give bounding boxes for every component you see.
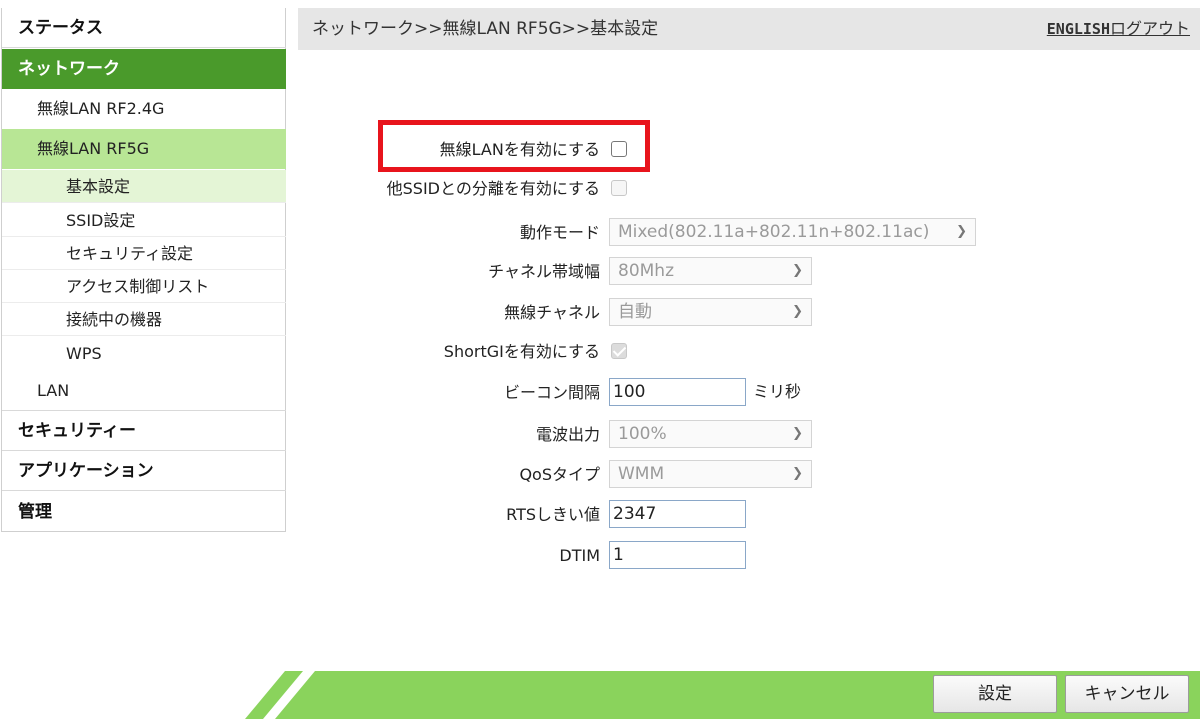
dtim-label: DTIM [559, 546, 600, 565]
form-row-channel: 無線チャネル 自動 ❯ [300, 298, 1000, 328]
sidebar-item-basic-settings[interactable]: 基本設定 [2, 170, 286, 203]
shortgi-checkbox[interactable] [611, 343, 627, 359]
sidebar-item-status[interactable]: ステータス [2, 8, 286, 48]
breadcrumb: ネットワーク>>無線LAN RF5G>>基本設定 [312, 19, 659, 39]
sidebar-item-network[interactable]: ネットワーク [2, 49, 286, 89]
header-links: ENGLISHログアウト [1047, 8, 1190, 50]
shortgi-label: ShortGIを有効にする [443, 342, 600, 361]
form-row-shortgi: ShortGIを有効にする [300, 337, 1000, 367]
mode-select-value: Mixed(802.11a+802.11n+802.11ac) [618, 222, 930, 242]
ssid-isolation-label: 他SSIDとの分離を有効にする [386, 179, 600, 198]
form-row-qos: QoSタイプ WMM ❯ [300, 460, 1000, 490]
sidebar-item-security-settings[interactable]: セキュリティ設定 [2, 237, 286, 270]
sidebar-item-wps[interactable]: WPS [2, 337, 286, 370]
sidebar-item-wlan-24g[interactable]: 無線LAN RF2.4G [2, 89, 286, 129]
rts-label: RTSしきい値 [506, 505, 600, 524]
sidebar-item-access-control-list[interactable]: アクセス制御リスト [2, 270, 286, 303]
sidebar-item-wlan-5g[interactable]: 無線LAN RF5G [2, 129, 286, 169]
channel-label: 無線チャネル [504, 303, 600, 322]
sidebar-item-admin[interactable]: 管理 [2, 492, 286, 532]
sidebar-menu: ステータス ネットワーク 無線LAN RF2.4G 無線LAN RF5G 基本設… [1, 8, 286, 532]
bandwidth-label: チャネル帯域幅 [488, 262, 600, 281]
form-row-bandwidth: チャネル帯域幅 80Mhz ❯ [300, 257, 1000, 287]
mode-label: 動作モード [519, 223, 600, 242]
power-select[interactable]: 100% ❯ [609, 420, 812, 448]
form-row-ssid-isolation: 他SSIDとの分離を有効にする [300, 174, 1000, 204]
form-row-rts: RTSしきい値 2347 [300, 500, 1000, 530]
channel-select[interactable]: 自動 ❯ [609, 298, 812, 326]
qos-select-value: WMM [618, 464, 665, 484]
sidebar-item-connected-devices[interactable]: 接続中の機器 [2, 303, 286, 336]
highlight-box [378, 120, 650, 172]
chevron-down-icon: ❯ [792, 304, 803, 319]
chevron-down-icon: ❯ [952, 219, 967, 245]
power-label: 電波出力 [535, 425, 600, 444]
qos-label: QoSタイプ [519, 465, 600, 484]
chevron-down-icon: ❯ [792, 263, 803, 278]
form-row-power: 電波出力 100% ❯ [300, 420, 1000, 450]
form-row-dtim: DTIM 1 [300, 541, 1000, 571]
english-link[interactable]: ENGLISH [1047, 20, 1110, 38]
beacon-interval-input[interactable]: 100 [609, 378, 746, 406]
bandwidth-select[interactable]: 80Mhz ❯ [609, 257, 812, 285]
sidebar-item-application[interactable]: アプリケーション [2, 451, 286, 491]
beacon-label: ビーコン間隔 [503, 383, 600, 402]
chevron-down-icon: ❯ [792, 426, 803, 441]
sidebar-item-lan[interactable]: LAN [2, 371, 286, 411]
beacon-unit: ミリ秒 [753, 382, 802, 401]
rts-threshold-input[interactable]: 2347 [609, 500, 746, 528]
channel-select-value: 自動 [618, 302, 652, 322]
form-row-beacon: ビーコン間隔 100 ミリ秒 [300, 378, 1000, 408]
power-select-value: 100% [618, 424, 667, 444]
sidebar-item-security[interactable]: セキュリティー [2, 411, 286, 451]
ssid-isolation-checkbox[interactable] [611, 180, 627, 196]
mode-select[interactable]: Mixed(802.11a+802.11n+802.11ac) ❯ [609, 218, 976, 246]
cancel-button[interactable]: キャンセル [1065, 675, 1189, 713]
bandwidth-select-value: 80Mhz [618, 261, 674, 281]
logout-link[interactable]: ログアウト [1110, 19, 1190, 38]
apply-button[interactable]: 設定 [933, 675, 1057, 713]
sidebar-item-ssid-settings[interactable]: SSID設定 [2, 204, 286, 237]
form-row-mode: 動作モード Mixed(802.11a+802.11n+802.11ac) ❯ [300, 218, 1000, 248]
chevron-down-icon: ❯ [792, 466, 803, 481]
qos-select[interactable]: WMM ❯ [609, 460, 812, 488]
dtim-input[interactable]: 1 [609, 541, 746, 569]
header-bar: ネットワーク>>無線LAN RF5G>>基本設定 ENGLISHログアウト [298, 8, 1200, 50]
